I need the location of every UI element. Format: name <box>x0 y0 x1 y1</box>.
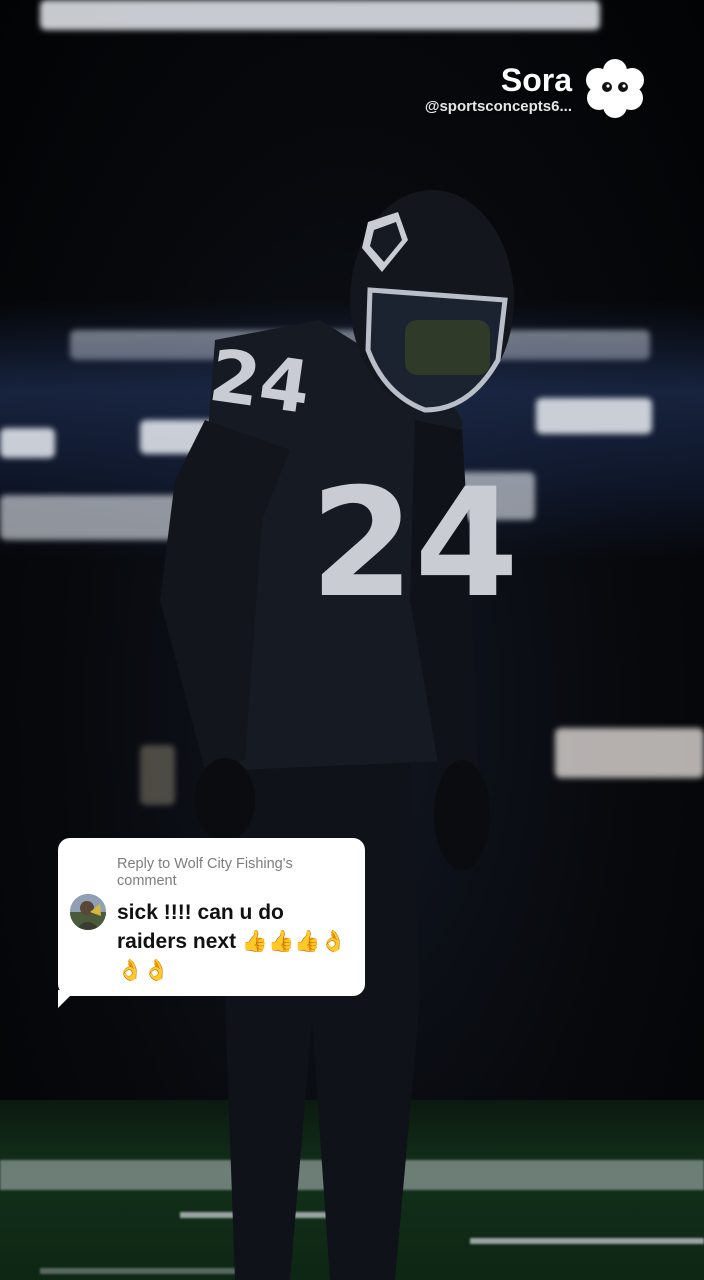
comment-text: sick !!!! can u do raiders next 👍👍👍👌👌👌 <box>117 901 347 982</box>
avatar-image <box>70 894 106 930</box>
watermark-text: Sora @sportsconcepts6... <box>425 62 572 116</box>
sleeve-number: 24 <box>205 333 316 430</box>
football-player: 24 24 <box>160 190 519 1280</box>
reply-comment-card[interactable]: Reply to Wolf City Fishing's comment sic… <box>58 838 365 996</box>
chest-number: 24 <box>310 457 519 631</box>
user-avatar[interactable] <box>70 894 106 930</box>
video-frame[interactable]: 24 24 Sora @sportsconcepts6... Reply to … <box>0 0 704 1280</box>
reply-header: Reply to Wolf City Fishing's comment <box>117 856 293 889</box>
watermark-brand: Sora <box>500 62 572 98</box>
watermark-handle: @sportsconcepts6... <box>424 98 572 115</box>
sora-watermark: Sora @sportsconcepts6... <box>425 58 646 120</box>
sora-cloud-icon <box>586 59 644 118</box>
reply-card-tail <box>58 990 76 1008</box>
